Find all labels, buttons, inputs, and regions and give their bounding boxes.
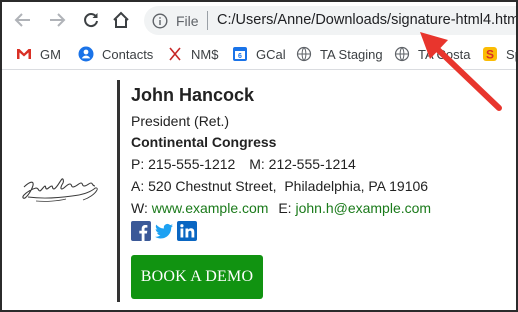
calendar-icon: 6 xyxy=(233,47,247,61)
address-separator xyxy=(207,11,208,30)
reload-button[interactable] xyxy=(80,9,102,31)
linkedin-link[interactable] xyxy=(177,221,197,241)
bookmark-label: NM$ xyxy=(191,46,219,62)
bookmark-gm[interactable]: GM xyxy=(16,45,61,63)
signature-title: President (Ret.) xyxy=(131,113,230,129)
home-icon xyxy=(113,11,129,28)
bookmark-label: TA Costa xyxy=(418,46,471,62)
address-bar[interactable]: File C:/Users/Anne/Downloads/signature-h… xyxy=(144,6,516,35)
website-link[interactable]: www.example.com xyxy=(152,200,269,216)
bookmark-label: Contacts xyxy=(102,46,154,62)
web-prefix: W: xyxy=(131,200,148,216)
phone-prefix: P: xyxy=(131,156,145,172)
svg-text:6: 6 xyxy=(238,53,242,60)
bookmark-gcal[interactable]: 6 GCal xyxy=(232,45,286,63)
bookmark-label: GCal xyxy=(256,46,286,62)
email-link[interactable]: john.h@example.com xyxy=(295,200,431,216)
address-text: 520 Chestnut Street, Philadelphia, PA 19… xyxy=(148,178,429,194)
book-demo-button[interactable]: BOOK A DEMO xyxy=(131,255,263,299)
svg-text:S: S xyxy=(486,48,494,62)
twitter-icon xyxy=(155,223,173,239)
phone-line: P: 215-555-1212 M: 212-555-1214 xyxy=(131,156,356,172)
signature-divider xyxy=(117,80,120,302)
back-button[interactable] xyxy=(12,9,34,31)
x-icon xyxy=(169,47,181,61)
back-arrow-icon xyxy=(14,13,30,27)
signature-name: John Hancock xyxy=(131,85,255,105)
reload-icon xyxy=(84,13,98,28)
address-line: A: 520 Chestnut Street, Philadelphia, PA… xyxy=(131,178,428,194)
home-button[interactable] xyxy=(110,9,132,31)
facebook-link[interactable] xyxy=(131,221,151,241)
url-text[interactable]: C:/Users/Anne/Downloads/signature-html4.… xyxy=(217,12,516,28)
bookmark-ta-staging[interactable]: TA Staging xyxy=(296,45,383,63)
email-prefix: E: xyxy=(278,200,292,216)
facebook-icon xyxy=(131,221,151,241)
gmail-icon xyxy=(17,49,31,59)
phone-number[interactable]: 215-555-1212 xyxy=(148,156,235,172)
scheme-label: File xyxy=(176,13,199,29)
browser-toolbar: File C:/Users/Anne/Downloads/signature-h… xyxy=(2,2,516,38)
handwritten-signature-image xyxy=(22,178,98,202)
bookmark-nms[interactable]: NM$ xyxy=(167,45,218,63)
globe-icon xyxy=(296,46,312,62)
linkedin-icon xyxy=(177,221,197,241)
bookmark-label: GM xyxy=(40,46,61,62)
s-icon: S xyxy=(483,47,497,62)
mobile-prefix: M: xyxy=(249,156,265,172)
bookmark-sp[interactable]: S Sp xyxy=(482,45,516,63)
globe-icon xyxy=(394,46,410,62)
web-line: W: www.example.com E: john.h@example.com xyxy=(131,200,431,216)
signature-organization: Continental Congress xyxy=(131,134,277,150)
address-prefix: A: xyxy=(131,178,145,194)
social-links xyxy=(131,221,197,243)
bookmark-ta-costa[interactable]: TA Costa xyxy=(394,45,471,63)
forward-arrow-icon xyxy=(50,13,66,27)
bookmark-contacts[interactable]: Contacts xyxy=(78,45,153,63)
forward-button[interactable] xyxy=(46,9,68,31)
bookmark-label: TA Staging xyxy=(320,46,383,62)
twitter-link[interactable] xyxy=(154,221,174,241)
info-icon[interactable] xyxy=(152,13,168,29)
contacts-icon xyxy=(78,46,94,62)
screenshot-frame: File C:/Users/Anne/Downloads/signature-h… xyxy=(0,0,518,312)
bookmark-label: Sp xyxy=(506,46,516,62)
bookmarks-bar: GM Contacts NM$ 6 GCal TA Staging TA Cos… xyxy=(2,38,516,70)
mobile-number[interactable]: 212-555-1214 xyxy=(269,156,356,172)
